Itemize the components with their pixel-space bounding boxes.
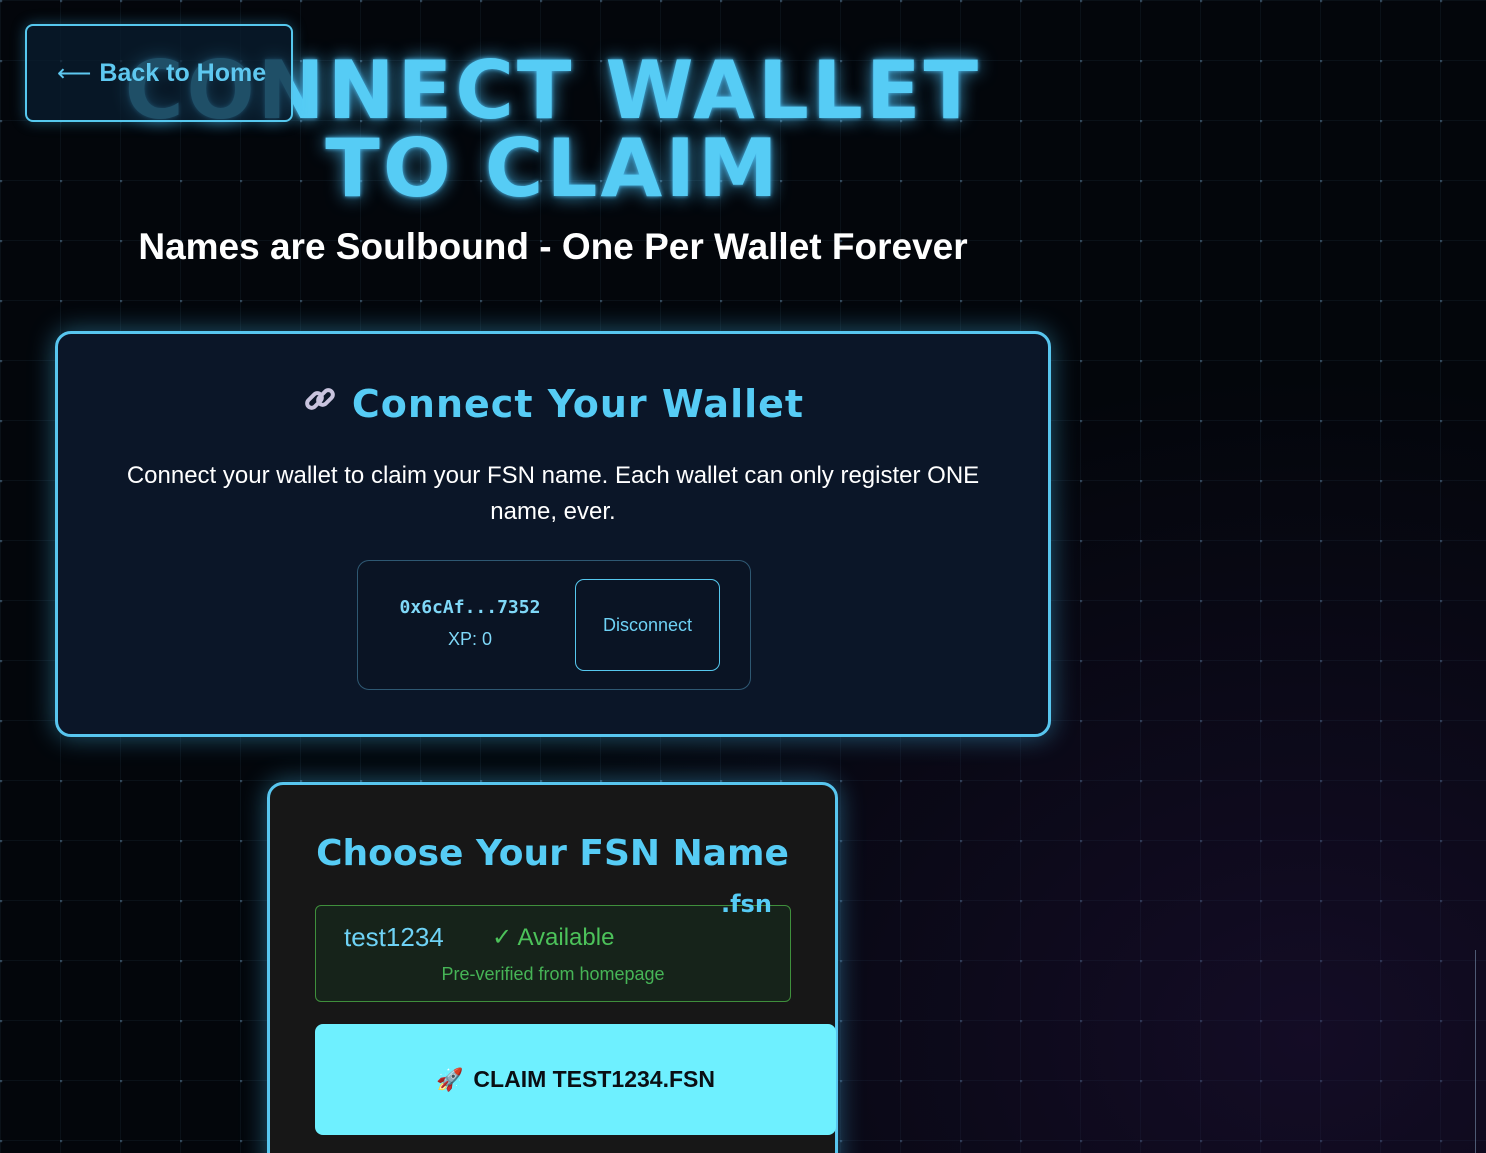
connect-wallet-card: Connect Your Wallet Connect your wallet … — [55, 331, 1051, 737]
preverified-note: Pre-verified from homepage — [441, 964, 665, 984]
availability-status: ✓ Available — [492, 924, 615, 951]
choose-name-heading: Choose Your FSN Name — [316, 833, 789, 874]
connect-wallet-description: Connect your wallet to claim your FSN na… — [126, 462, 980, 525]
wallet-xp: XP: 0 — [447, 629, 493, 649]
page-subtitle: Names are Soulbound - One Per Wallet For… — [138, 226, 968, 267]
claim-page: CONNECT WALLET TO CLAIM ⟵ Back to Home N… — [0, 0, 1486, 1153]
choose-name-card: Choose Your FSN Name .fsn test1234 ✓ Ava… — [267, 782, 838, 1153]
connect-wallet-heading-text: Connect Your Wallet — [351, 382, 805, 426]
arrow-left-icon: ⟵ — [57, 59, 92, 87]
tld-suffix: .fsn — [721, 890, 772, 918]
rocket-icon: 🚀 — [436, 1066, 464, 1092]
back-to-home-label: Back to Home — [99, 58, 267, 87]
link-icon — [302, 381, 338, 426]
scrollbar-track — [1475, 950, 1476, 1153]
page-title-line2: TO CLAIM — [325, 122, 781, 215]
name-input[interactable]: test1234 ✓ Available Pre-verified from h… — [315, 905, 791, 1002]
name-input-value: test1234 — [344, 922, 444, 952]
back-to-home-button[interactable]: ⟵ Back to Home — [25, 24, 293, 122]
wallet-address: 0x6cAf...7352 — [399, 597, 541, 618]
disconnect-button[interactable]: Disconnect — [575, 579, 720, 671]
claim-name-button[interactable]: 🚀 CLAIM TEST1234.FSN — [315, 1024, 836, 1135]
wallet-info-box: 0x6cAf...7352 XP: 0 Disconnect — [357, 560, 751, 690]
claim-name-label: CLAIM TEST1234.FSN — [473, 1066, 715, 1092]
connect-wallet-heading: Connect Your Wallet — [58, 382, 1048, 426]
